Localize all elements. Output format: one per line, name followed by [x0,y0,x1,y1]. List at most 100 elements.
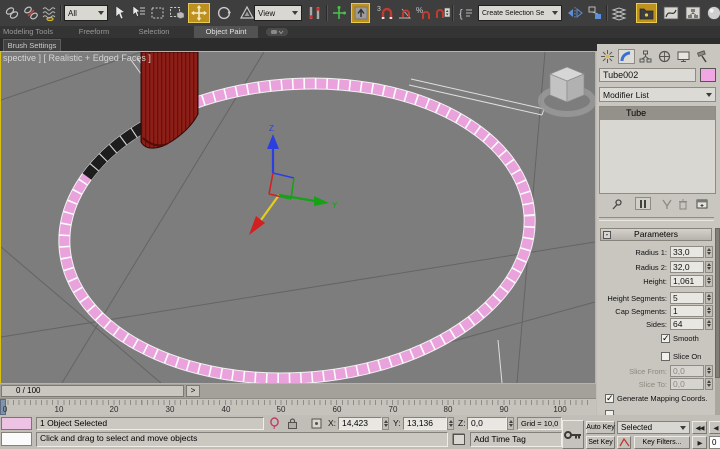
object-color-swatch[interactable] [700,68,716,82]
height-field[interactable]: 1,061 [670,275,704,287]
previous-frame-button[interactable]: ◀ [709,421,720,434]
set-keys-button[interactable] [562,420,584,449]
sides-spinner[interactable] [705,318,713,330]
panel-scrollbar-thumb[interactable] [715,228,720,378]
modifier-list-dropdown[interactable]: Modifier List [599,87,716,102]
x-spinner[interactable] [382,417,389,430]
cap-segments-label: Cap Segments: [597,307,667,316]
stack-item-tube[interactable]: Tube [600,107,715,120]
open-listener-window-icon[interactable] [452,432,466,449]
cap-segments-spinner[interactable] [705,305,713,317]
spinner-snap-toggle-icon[interactable] [433,3,452,23]
display-tab-icon[interactable] [675,49,692,64]
generate-mapping-checkbox[interactable]: ✓ [605,394,614,403]
hierarchy-tab-icon[interactable] [637,49,654,64]
sides-field[interactable]: 64 [670,318,704,330]
select-by-name-icon[interactable] [129,3,148,23]
height-spinner[interactable] [705,275,713,287]
configure-modifier-sets-icon[interactable] [694,197,710,210]
radius1-spinner[interactable] [705,246,713,258]
tick-label: 70 [383,405,403,414]
object-name-field[interactable]: Tube002 [599,68,696,82]
set-key-button[interactable]: Set Key [586,436,615,449]
rectangular-selection-region-icon[interactable] [148,3,167,23]
key-mode-dropdown[interactable]: Selected [617,421,690,434]
track-bar[interactable]: 0 10 20 30 40 50 60 70 80 90 100 [0,398,596,415]
percent-snap-toggle-icon[interactable]: % [414,3,433,23]
named-selection-sets-dropdown[interactable]: Create Selection Se [478,5,562,21]
remove-modifier-icon[interactable] [675,197,691,210]
panel-scrollbar[interactable] [715,228,720,418]
snaps-toggle-3d-icon[interactable]: 3 [375,3,394,23]
add-time-tag[interactable]: Add Time Tag [470,432,562,447]
bind-to-spacewarp-icon[interactable] [40,3,59,23]
go-to-start-button[interactable]: ◀◀ [692,421,707,434]
select-object-icon[interactable] [110,3,129,23]
select-and-rotate-icon[interactable] [213,3,235,23]
mirror-icon[interactable] [565,3,584,23]
z-spinner[interactable] [507,417,514,430]
slice-from-spinner [705,365,713,377]
key-filters-button[interactable]: Key Filters... [634,436,690,449]
current-frame-field[interactable]: 0 [709,436,720,449]
height-segments-spinner[interactable] [705,292,713,304]
pin-stack-icon[interactable] [609,197,625,210]
radius2-spinner[interactable] [705,261,713,273]
keyboard-shortcut-override-icon[interactable] [351,3,370,23]
slice-on-checkbox[interactable] [661,352,670,361]
manage-layers-icon[interactable] [610,3,629,23]
create-tab-icon[interactable] [599,49,616,64]
select-and-manipulate-icon[interactable] [329,3,348,23]
z-coordinate-field[interactable]: 0,0 [467,417,507,430]
panel-divider [599,217,714,221]
curve-editor-icon[interactable] [660,3,681,23]
perspective-viewport[interactable]: Z Y specti [0,51,596,384]
ribbon-tab-freeform[interactable]: Freeform [72,26,116,38]
tick-label: 40 [216,405,236,414]
auto-key-button[interactable]: Auto Key [586,421,615,434]
subtab-brush-settings[interactable]: Brush Settings [3,39,61,51]
parameters-rollout-header[interactable]: - Parameters [600,228,712,241]
key-mode-toggle-button[interactable]: ▶ [692,436,707,449]
collapse-icon[interactable]: - [603,231,611,239]
show-end-result-icon[interactable] [635,197,651,210]
ribbon-tab-object-paint[interactable]: Object Paint [194,26,258,38]
smooth-checkbox[interactable]: ✓ [661,334,670,343]
viewport-label[interactable]: spective ] [ Realistic + Edged Faces ] [3,53,151,63]
default-tangent-icon[interactable] [617,436,631,449]
time-slider-handle[interactable]: 0 / 100 [1,385,184,397]
angle-snap-toggle-icon[interactable] [395,3,414,23]
edit-named-selection-sets-icon[interactable]: { [456,3,475,23]
maxscript-mini-listener[interactable] [1,432,32,446]
toolbar-separator [452,5,454,21]
ribbon-options-menu[interactable] [266,28,288,36]
x-coordinate-field[interactable]: 14,423 [338,417,382,430]
modify-tab-icon[interactable] [618,49,635,64]
next-frame-button[interactable]: > [186,385,200,397]
make-unique-icon[interactable] [659,197,675,210]
select-and-move-icon[interactable] [188,3,210,23]
unlink-selection-icon[interactable] [21,3,40,23]
graphite-ribbon-toggle-icon[interactable] [636,3,657,23]
y-spinner[interactable] [447,417,454,430]
utilities-tab-icon[interactable] [694,49,711,64]
selection-filter-dropdown[interactable]: All [64,5,108,21]
radius2-field[interactable]: 32,0 [670,261,704,273]
select-and-link-icon[interactable] [2,3,21,23]
maxscript-mini-recorder[interactable] [1,417,32,430]
y-coordinate-field[interactable]: 13,136 [403,417,447,430]
motion-tab-icon[interactable] [656,49,673,64]
radius1-field[interactable]: 33,0 [670,246,704,258]
use-pivot-point-center-icon[interactable] [305,3,324,23]
ribbon-tab-modeling-tools[interactable]: Modeling Tools [0,26,56,38]
viewport-canvas[interactable]: Z Y [1,52,595,383]
window-crossing-icon[interactable] [167,3,186,23]
modifier-stack: Tube [599,106,716,194]
schematic-view-icon[interactable] [682,3,703,23]
material-editor-icon[interactable] [704,3,720,23]
reference-coordinate-system-dropdown[interactable]: View [254,5,302,21]
height-segments-field[interactable]: 5 [670,292,704,304]
align-icon[interactable] [585,3,604,23]
ribbon-tab-selection[interactable]: Selection [134,26,174,38]
cap-segments-field[interactable]: 1 [670,305,704,317]
